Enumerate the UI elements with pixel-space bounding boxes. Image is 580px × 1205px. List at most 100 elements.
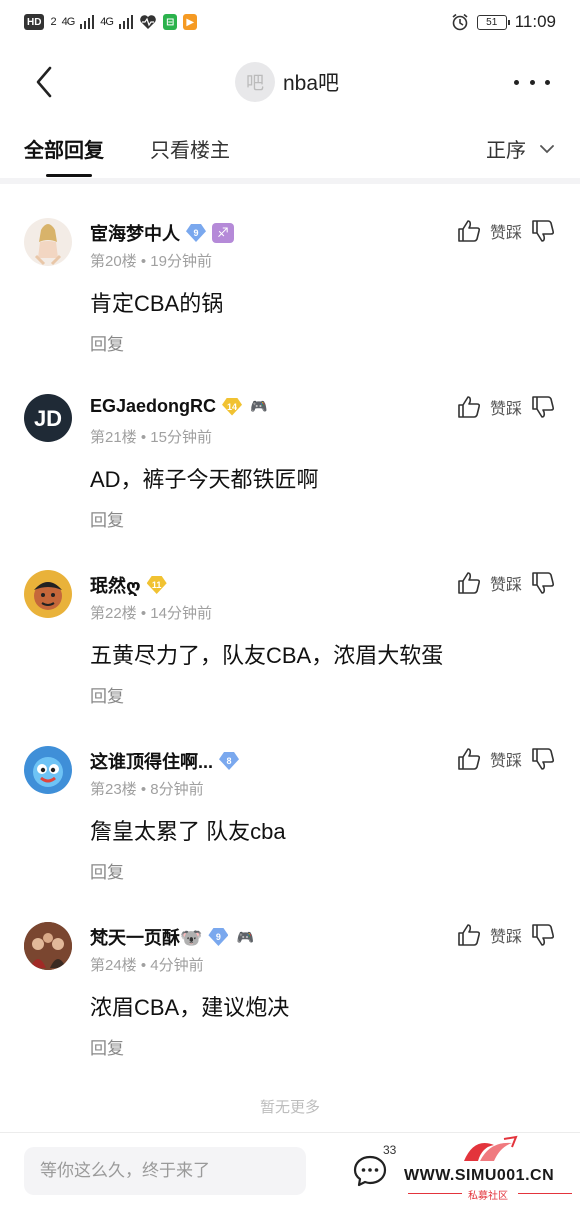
app-notification-icon: ⊟	[162, 14, 178, 30]
avatar[interactable]: JD	[24, 394, 72, 442]
watermark-line-right	[518, 1193, 572, 1194]
watermark-line-left	[408, 1193, 462, 1194]
comment-text: AD，裤子今天都铁匠啊	[90, 467, 319, 492]
level-badge: 11	[146, 576, 167, 594]
vote-controls: 赞踩	[456, 746, 556, 772]
network-4g-indicator: 4G	[61, 16, 76, 28]
comment-meta: 第20楼 • 19分钟前	[90, 253, 212, 270]
username-text: 这谁顶得住啊...	[90, 752, 214, 772]
username[interactable]: 这谁顶得住啊... 8	[90, 748, 240, 774]
thumbs-down-icon[interactable]	[530, 394, 556, 420]
thumbs-down-icon[interactable]	[530, 922, 556, 948]
floor-number: 第21楼	[90, 429, 137, 446]
back-arrow-icon[interactable]	[30, 64, 60, 100]
username[interactable]: 梵天一页酥🐨 9 🎮	[90, 924, 256, 950]
post-time: 4分钟前	[150, 957, 204, 974]
chevron-down-icon	[540, 144, 554, 153]
watermark-subtitle: 私募社区	[468, 1191, 508, 1202]
reply-button[interactable]: 回复	[90, 1034, 124, 1059]
thumbs-down-icon[interactable]	[530, 570, 556, 596]
level-badge: 8	[219, 752, 240, 770]
more-options-icon[interactable]	[514, 66, 550, 98]
watermark-logo	[464, 1135, 518, 1161]
avatar[interactable]	[24, 746, 72, 794]
thumbs-down-icon[interactable]	[530, 218, 556, 244]
vote-label: 赞踩	[489, 577, 522, 594]
sort-order-dropdown[interactable]: 正序	[486, 134, 554, 163]
vote-controls: 赞踩	[456, 218, 556, 244]
forum-name: nba吧	[283, 72, 340, 95]
vote-label: 赞踩	[489, 225, 522, 242]
video-app-icon: ▶	[183, 14, 198, 30]
gamepad-icon: 🎮	[250, 398, 268, 414]
comment-text: 詹皇太累了 队友cba	[90, 819, 286, 844]
reply-button[interactable]: 回复	[90, 506, 124, 531]
watermark: WWW.SIMU001.CN 私募社区	[400, 1133, 580, 1205]
reply-button[interactable]: 回复	[90, 330, 124, 355]
vote-controls: 赞踩	[456, 570, 556, 596]
comment-text: 浓眉CBA，建议炮决	[90, 995, 290, 1020]
network-4g-indicator-2: 4G	[100, 16, 114, 28]
section-divider	[0, 178, 580, 184]
floor-number: 第20楼	[90, 253, 137, 270]
hd-indicator: HD	[24, 14, 45, 30]
status-bar: HD 2 4G 4G ⊟ ▶ 51 11:09	[0, 0, 580, 44]
svg-text:JD: JD	[34, 406, 62, 431]
thumbs-up-icon[interactable]	[456, 218, 482, 244]
comment-bubble-icon[interactable]	[352, 1153, 388, 1189]
floor-number: 第22楼	[90, 605, 137, 622]
post-time: 8分钟前	[150, 781, 204, 798]
thumbs-up-icon[interactable]	[456, 746, 482, 772]
comment-list: 宦海梦中人 9 ♐ 第20楼 • 19分钟前 肯定CBA的锅 回复 赞踩 JD …	[0, 196, 580, 1076]
no-more-indicator: 暂无更多	[259, 1099, 320, 1116]
floor-number: 第24楼	[90, 957, 137, 974]
username-text: 梵天一页酥🐨	[90, 928, 203, 948]
alarm-icon	[452, 13, 468, 31]
avatar[interactable]	[24, 570, 72, 618]
comment-text: 五黄尽力了，队友CBA，浓眉大软蛋	[90, 643, 444, 668]
reply-button[interactable]: 回复	[90, 682, 124, 707]
signal-icon	[80, 15, 95, 29]
signal-icon-2	[118, 15, 133, 29]
comment-item: 宦海梦中人 9 ♐ 第20楼 • 19分钟前 肯定CBA的锅 回复 赞踩	[0, 196, 580, 372]
tab-all-replies[interactable]: 全部回复	[24, 134, 104, 177]
comment-meta: 第22楼 • 14分钟前	[90, 605, 212, 622]
level-badge: 14	[222, 397, 243, 416]
avatar[interactable]	[24, 218, 72, 266]
comment-meta: 第23楼 • 8分钟前	[90, 781, 204, 798]
vote-controls: 赞踩	[456, 922, 556, 948]
vote-label: 赞踩	[489, 401, 522, 418]
username[interactable]: 珉然ღ 11	[90, 572, 167, 598]
username[interactable]: 宦海梦中人 9 ♐	[90, 220, 234, 246]
vote-label: 赞踩	[489, 929, 522, 946]
username[interactable]: EGJaedongRC 14 🎮	[90, 396, 270, 417]
username-text: 宦海梦中人	[90, 224, 180, 244]
vote-controls: 赞踩	[456, 394, 556, 420]
nav-bar: 吧 nba吧	[0, 52, 580, 112]
post-time: 19分钟前	[150, 253, 212, 270]
sagittarius-icon: ♐	[212, 223, 234, 243]
floor-number: 第23楼	[90, 781, 137, 798]
watermark-url: WWW.SIMU001.CN	[404, 1167, 555, 1184]
avatar[interactable]	[24, 922, 72, 970]
level-badge: 9	[208, 928, 229, 946]
comment-item: 梵天一页酥🐨 9 🎮 第24楼 • 4分钟前 浓眉CBA，建议炮决 回复 赞踩	[0, 900, 580, 1076]
thumbs-down-icon[interactable]	[530, 746, 556, 772]
clock: 11:09	[514, 12, 556, 31]
comment-item: JD EGJaedongRC 14 🎮 第21楼 • 15分钟前 AD，裤子今天…	[0, 372, 580, 548]
tab-owner-only[interactable]: 只看楼主	[150, 134, 230, 163]
comment-meta: 第24楼 • 4分钟前	[90, 957, 204, 974]
username-text: 珉然ღ	[90, 576, 141, 596]
vote-label: 赞踩	[489, 753, 522, 770]
forum-logo: 吧	[235, 62, 275, 102]
reply-button[interactable]: 回复	[90, 858, 124, 883]
thumbs-up-icon[interactable]	[456, 570, 482, 596]
post-time: 14分钟前	[150, 605, 212, 622]
forum-header[interactable]: 吧 nba吧	[235, 62, 339, 102]
thumbs-up-icon[interactable]	[456, 922, 482, 948]
comment-meta: 第21楼 • 15分钟前	[90, 429, 212, 446]
post-time: 15分钟前	[150, 429, 212, 446]
reply-input[interactable]	[24, 1147, 306, 1195]
thumbs-up-icon[interactable]	[456, 394, 482, 420]
sort-order-label: 正序	[486, 140, 526, 162]
